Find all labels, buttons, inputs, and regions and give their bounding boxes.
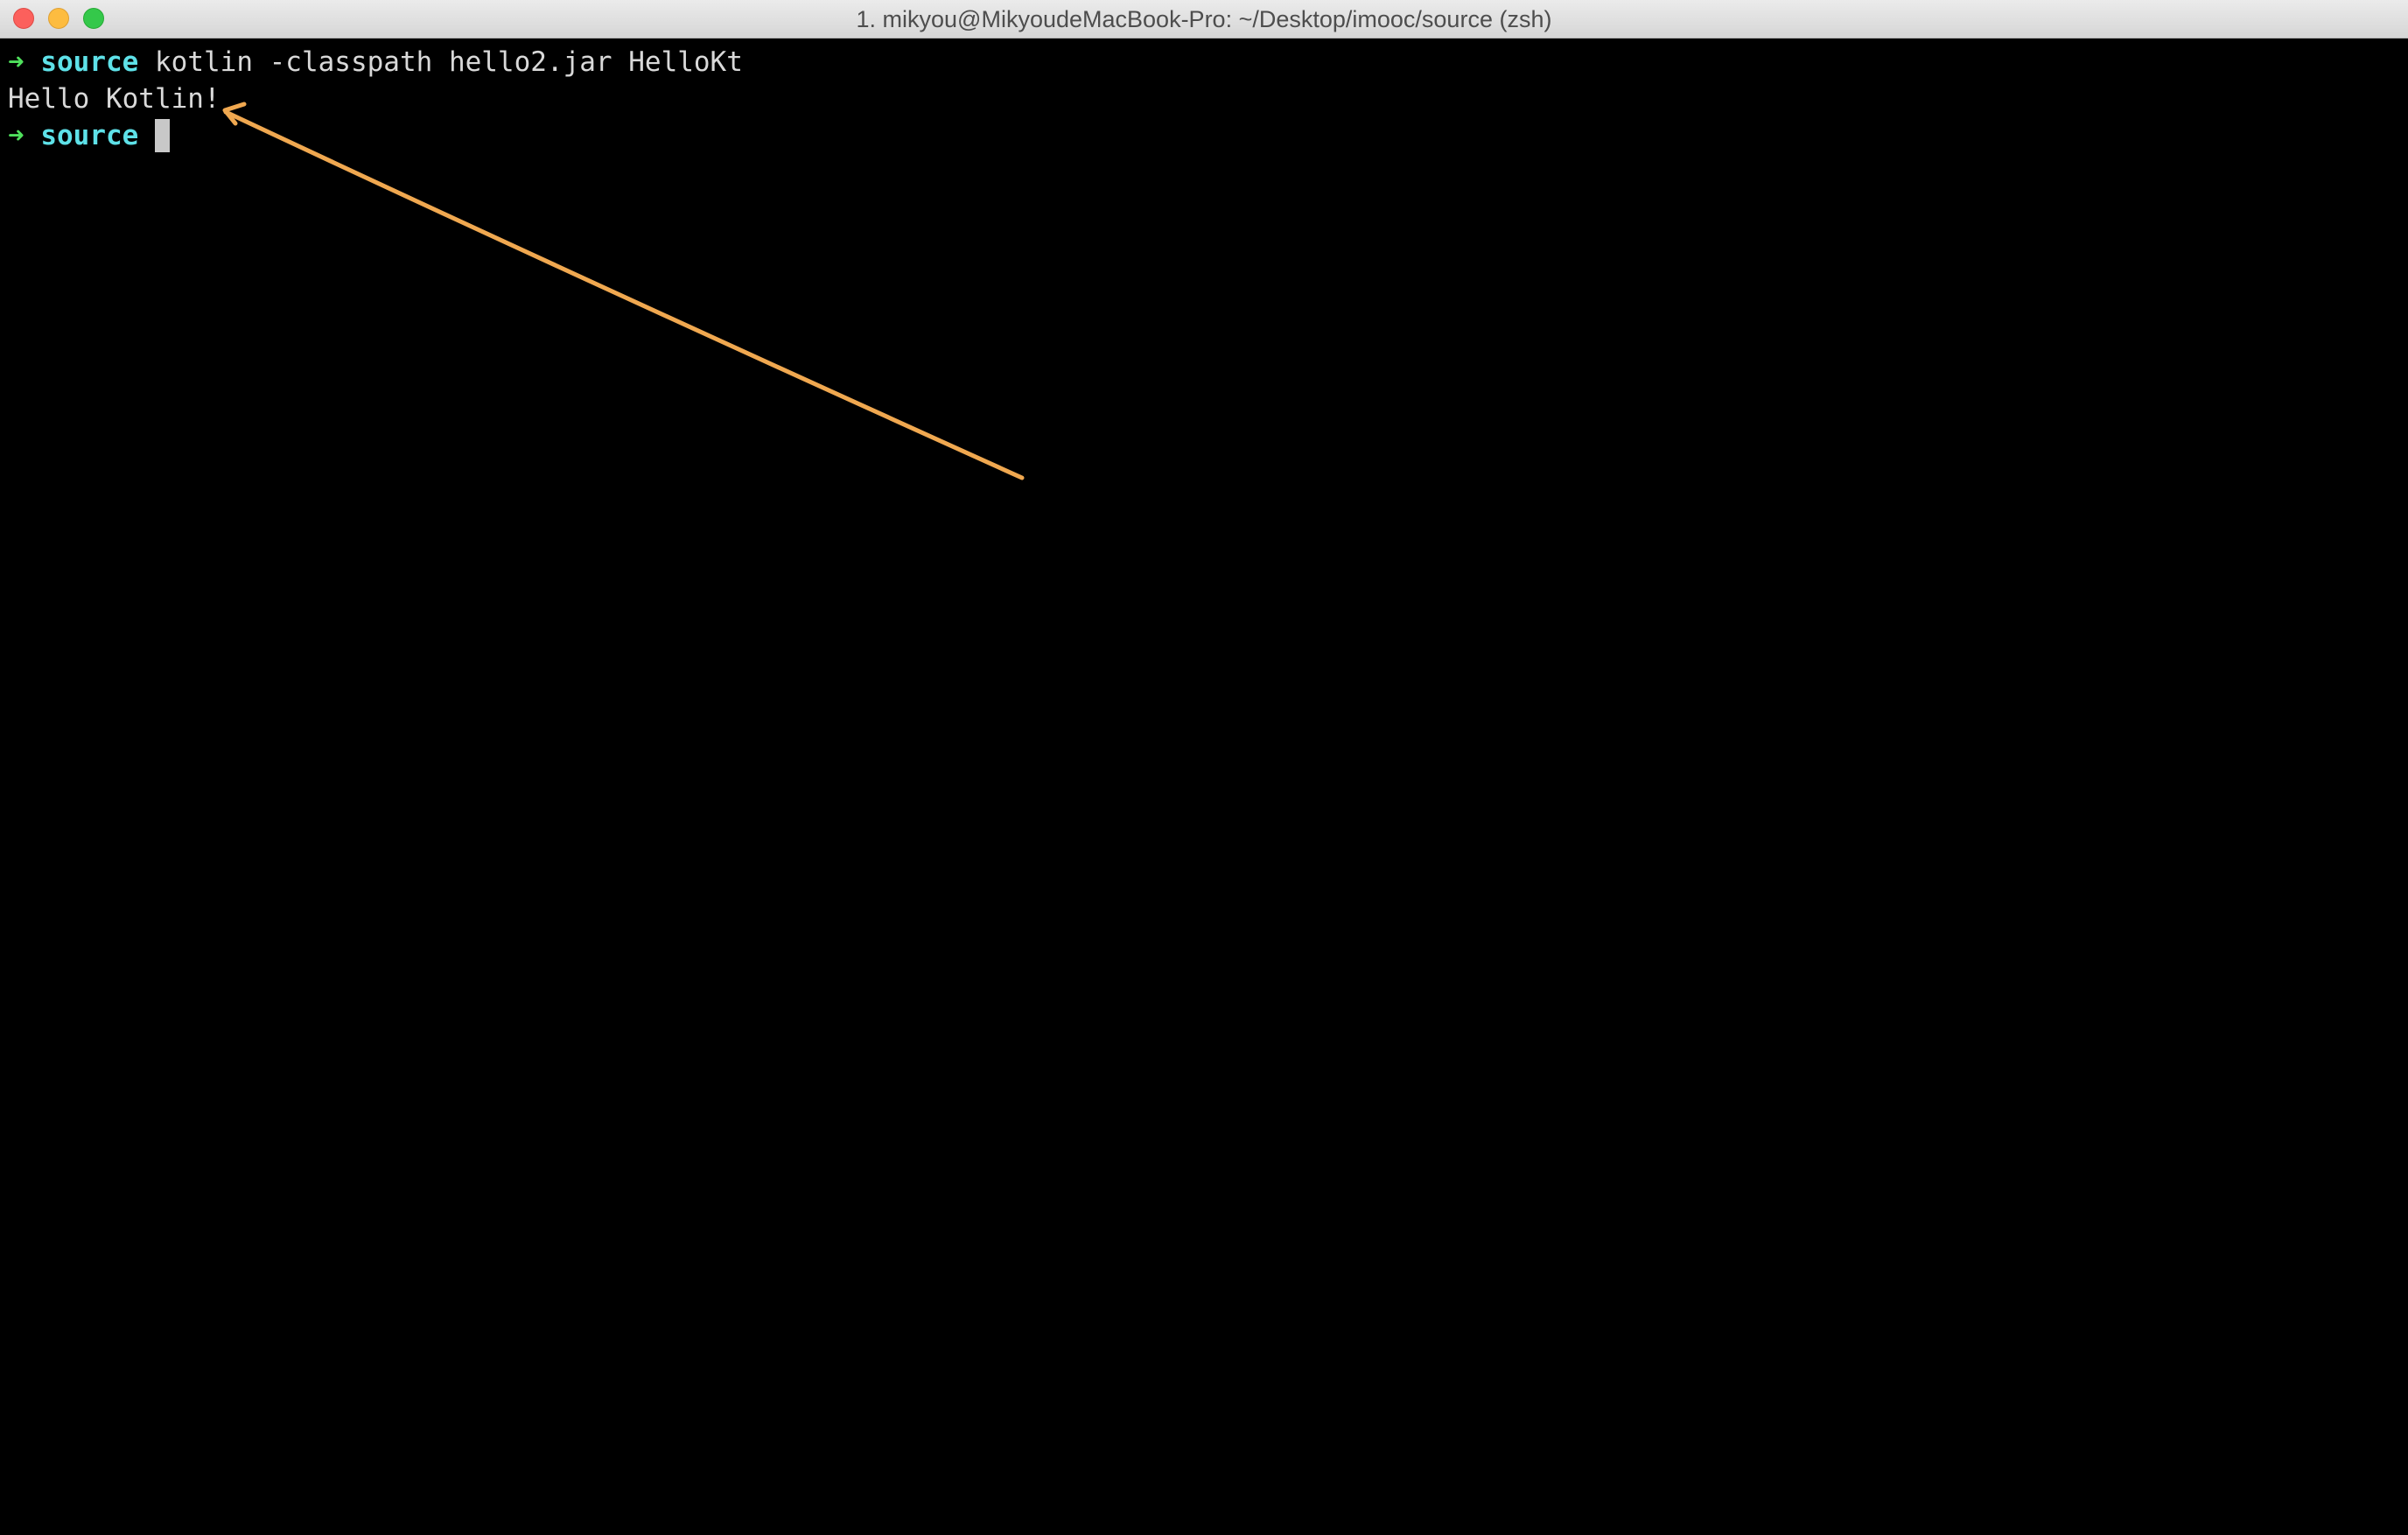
output-text: Hello Kotlin!: [8, 83, 220, 115]
prompt-directory: source: [40, 46, 139, 78]
text-cursor: [155, 118, 170, 152]
terminal-content[interactable]: ➜ source kotlin -classpath hello2.jar He…: [0, 39, 2408, 1535]
window-title: 1. mikyou@MikyoudeMacBook-Pro: ~/Desktop…: [856, 6, 1552, 32]
prompt-directory: source: [40, 120, 139, 151]
output-line: Hello Kotlin!: [8, 81, 220, 117]
title-bar[interactable]: 1. mikyou@MikyoudeMacBook-Pro: ~/Desktop…: [0, 0, 2408, 39]
prompt-arrow-icon: ➜: [8, 46, 24, 78]
current-prompt-line[interactable]: ➜ source: [8, 117, 170, 154]
command-line: ➜ source kotlin -classpath hello2.jar He…: [8, 44, 743, 81]
command-text: kotlin -classpath hello2.jar HelloKt: [155, 46, 743, 78]
terminal-window: 1. mikyou@MikyoudeMacBook-Pro: ~/Desktop…: [0, 0, 2408, 1535]
prompt-arrow-icon: ➜: [8, 120, 24, 151]
